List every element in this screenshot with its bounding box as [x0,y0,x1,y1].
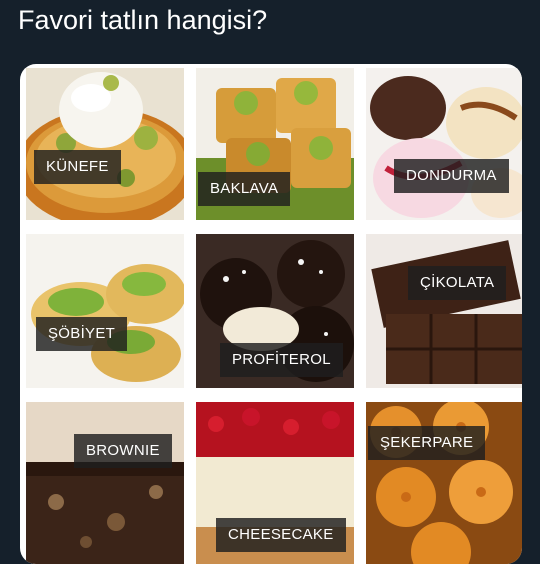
label-baklava: BAKLAVA [198,172,291,206]
dessert-tile-cikolata[interactable] [366,234,522,388]
label-cheesecake: CHEESECAKE [216,518,346,552]
label-dondurma: DONDURMA [394,159,509,193]
label-sekerpare: ŞEKERPARE [368,426,486,460]
kunefe-photo [26,68,184,220]
dessert-tile-kunefe[interactable] [26,68,184,220]
brownie-photo [26,402,184,564]
label-kunefe: KÜNEFE [34,150,121,184]
dessert-tile-dondurma[interactable] [366,68,522,220]
label-cikolata: ÇİKOLATA [408,266,507,300]
label-brownie: BROWNIE [74,434,172,468]
tweet-text: Favori tatlın hangisi? [18,5,268,35]
label-profiterol: PROFİTEROL [220,343,343,377]
image-grid[interactable]: KÜNEFE BAKLAVA DONDURMA ŞÖBİYET PROFİTER… [20,64,522,564]
dessert-tile-sobiyet[interactable] [26,234,184,388]
cikolata-photo [366,234,522,388]
sobiyet-photo [26,234,184,388]
label-sobiyet: ŞÖBİYET [36,317,128,351]
dondurma-photo [366,68,522,220]
dessert-tile-brownie[interactable] [26,402,184,564]
